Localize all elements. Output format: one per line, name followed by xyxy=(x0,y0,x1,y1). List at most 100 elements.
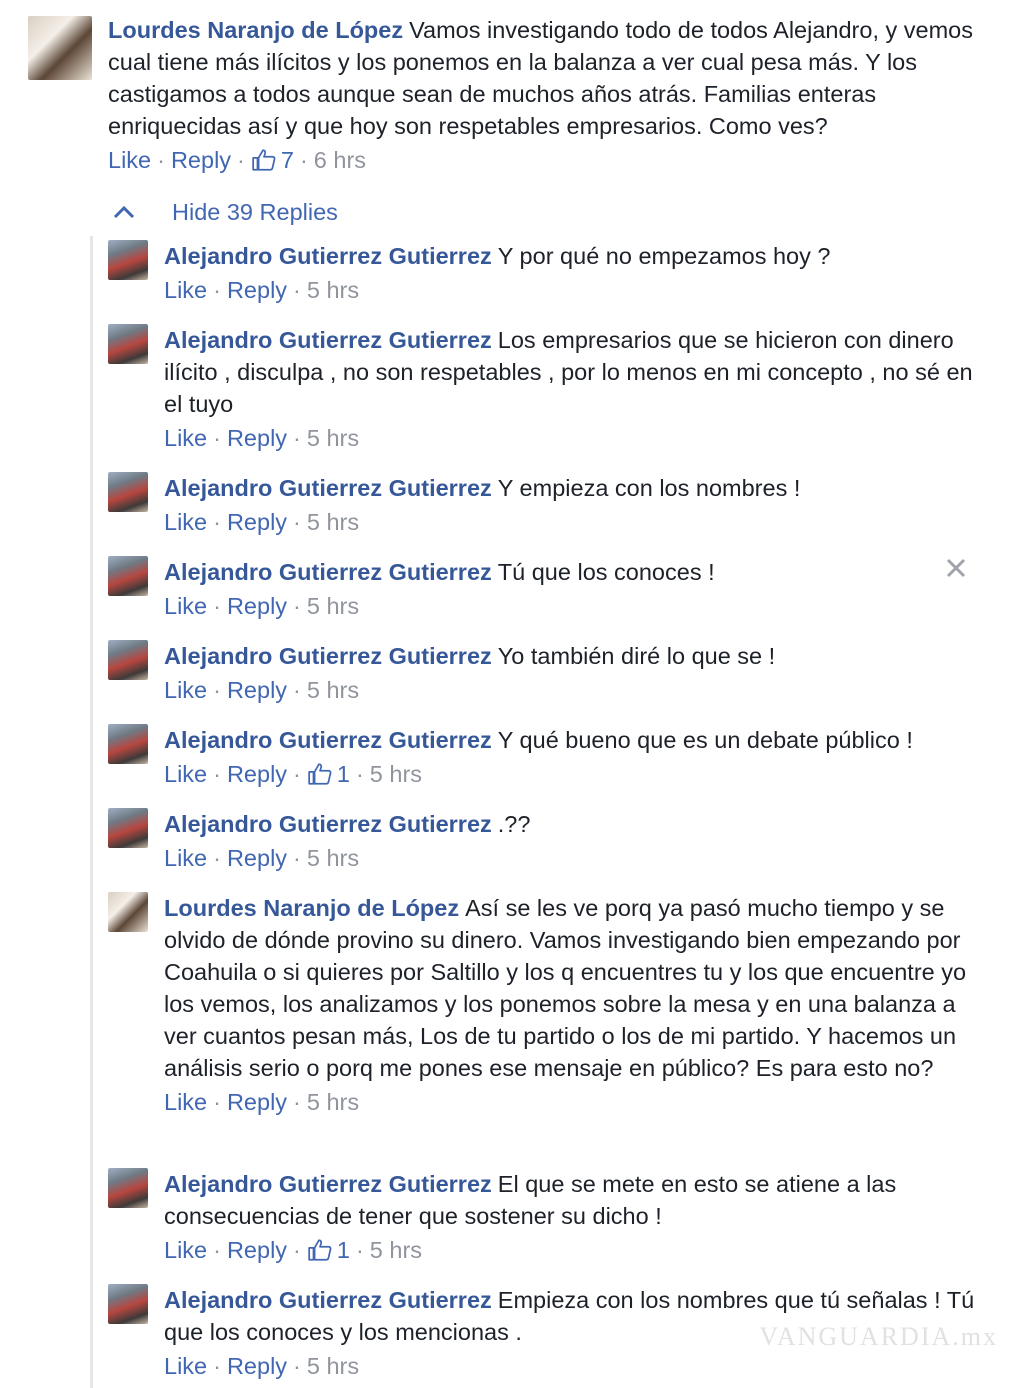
separator: · xyxy=(237,147,245,173)
separator: · xyxy=(293,1089,301,1115)
reply-button[interactable]: Reply xyxy=(227,590,287,622)
reply-author[interactable]: Alejandro Gutierrez Gutierrez xyxy=(164,643,492,669)
separator: · xyxy=(213,1353,221,1379)
like-button[interactable]: Like xyxy=(164,758,207,790)
reply-actions: Like · Reply · 5 hrs xyxy=(164,842,988,874)
avatar[interactable] xyxy=(28,16,92,80)
separator: · xyxy=(213,677,221,703)
like-button[interactable]: Like xyxy=(164,1234,207,1266)
reply-button[interactable]: Reply xyxy=(227,1234,287,1266)
reply-item: Alejandro Gutierrez Gutierrez Yo también … xyxy=(108,640,988,706)
separator: · xyxy=(355,1237,364,1263)
reply-item: Alejandro Gutierrez Gutierrez Los empresa… xyxy=(108,324,988,454)
reply-body: Alejandro Gutierrez Gutierrez Yo también … xyxy=(164,640,988,672)
reply-author[interactable]: Lourdes Naranjo de López xyxy=(164,895,459,921)
reply-button[interactable]: Reply xyxy=(227,758,287,790)
separator: · xyxy=(213,593,221,619)
reply-item: Alejandro Gutierrez Gutierrez Y por qué n… xyxy=(108,240,988,306)
like-button[interactable]: Like xyxy=(164,590,207,622)
reply-button[interactable]: Reply xyxy=(227,1350,287,1382)
separator: · xyxy=(293,677,301,703)
avatar[interactable] xyxy=(108,892,148,932)
like-count[interactable]: 1 xyxy=(307,1234,350,1266)
like-button[interactable]: Like xyxy=(164,422,207,454)
comment-body: Lourdes Naranjo de López Vamos investigan… xyxy=(108,14,998,142)
timestamp[interactable]: 6 hrs xyxy=(314,144,366,176)
like-button[interactable]: Like xyxy=(164,842,207,874)
reply-text: Tú que los conoces ! xyxy=(497,559,715,585)
reply-item: Alejandro Gutierrez Gutierrez Y empieza c… xyxy=(108,472,988,538)
comment-author[interactable]: Lourdes Naranjo de López xyxy=(108,17,403,43)
thumbs-up-icon xyxy=(252,149,276,171)
separator: · xyxy=(293,277,301,303)
hide-replies-label: Hide 39 Replies xyxy=(172,199,338,225)
timestamp[interactable]: 5 hrs xyxy=(307,590,359,622)
avatar[interactable] xyxy=(108,1284,148,1324)
timestamp[interactable]: 5 hrs xyxy=(307,506,359,538)
like-count-value: 7 xyxy=(280,147,294,173)
reply-body: Lourdes Naranjo de López Así se les ve po… xyxy=(164,892,988,1084)
reply-author[interactable]: Alejandro Gutierrez Gutierrez xyxy=(164,559,492,585)
reply-text: Así se les ve porq ya pasó mucho tiempo … xyxy=(164,895,967,1081)
reply-item: Alejandro Gutierrez Gutierrez.?? Like · Re… xyxy=(108,808,988,874)
avatar[interactable] xyxy=(108,556,148,596)
timestamp[interactable]: 5 hrs xyxy=(307,1086,359,1118)
separator: · xyxy=(299,147,308,173)
reply-button[interactable]: Reply xyxy=(227,274,287,306)
reply-author[interactable]: Alejandro Gutierrez Gutierrez xyxy=(164,243,492,269)
like-count[interactable]: 7 xyxy=(251,144,294,176)
like-button[interactable]: Like xyxy=(164,1086,207,1118)
reply-button[interactable]: Reply xyxy=(227,1086,287,1118)
like-count-value: 1 xyxy=(336,761,350,787)
chevron-up-icon xyxy=(112,196,138,228)
like-button[interactable]: Like xyxy=(108,144,151,176)
timestamp[interactable]: 5 hrs xyxy=(370,758,422,790)
avatar[interactable] xyxy=(108,240,148,280)
reply-actions: Like · Reply · 5 hrs xyxy=(164,1086,988,1118)
reply-text: Yo también diré lo que se ! xyxy=(497,643,776,669)
reply-author[interactable]: Alejandro Gutierrez Gutierrez xyxy=(164,475,492,501)
reply-author[interactable]: Alejandro Gutierrez Gutierrez xyxy=(164,1287,492,1313)
separator: · xyxy=(213,1237,221,1263)
reply-body: Alejandro Gutierrez Gutierrez Y empieza c… xyxy=(164,472,988,504)
like-button[interactable]: Like xyxy=(164,506,207,538)
reply-body: Alejandro Gutierrez Gutierrez Los empresa… xyxy=(164,324,988,420)
reply-author[interactable]: Alejandro Gutierrez Gutierrez xyxy=(164,727,492,753)
close-icon[interactable] xyxy=(944,556,968,580)
reply-button[interactable]: Reply xyxy=(227,422,287,454)
avatar[interactable] xyxy=(108,640,148,680)
separator: · xyxy=(293,761,301,787)
reply-author[interactable]: Alejandro Gutierrez Gutierrez xyxy=(164,1171,492,1197)
reply-button[interactable]: Reply xyxy=(171,144,231,176)
separator: · xyxy=(157,147,165,173)
avatar[interactable] xyxy=(108,324,148,364)
reply-actions: Like · Reply · 5 hrs xyxy=(164,274,988,306)
thumbs-up-icon xyxy=(308,763,332,785)
reply-button[interactable]: Reply xyxy=(227,674,287,706)
reply-button[interactable]: Reply xyxy=(227,842,287,874)
reply-item: Lourdes Naranjo de López Así se les ve po… xyxy=(108,892,988,1118)
reply-author[interactable]: Alejandro Gutierrez Gutierrez xyxy=(164,327,492,353)
avatar[interactable] xyxy=(108,808,148,848)
avatar[interactable] xyxy=(108,724,148,764)
separator: · xyxy=(293,845,301,871)
separator: · xyxy=(213,761,221,787)
reply-button[interactable]: Reply xyxy=(227,506,287,538)
like-count[interactable]: 1 xyxy=(307,758,350,790)
timestamp[interactable]: 5 hrs xyxy=(307,274,359,306)
timestamp[interactable]: 5 hrs xyxy=(307,842,359,874)
like-button[interactable]: Like xyxy=(164,674,207,706)
hide-replies-toggle[interactable]: Hide 39 Replies xyxy=(112,196,338,228)
like-button[interactable]: Like xyxy=(164,1350,207,1382)
timestamp[interactable]: 5 hrs xyxy=(307,1350,359,1382)
reply-item: Alejandro Gutierrez Gutierrez El que se m… xyxy=(108,1168,988,1266)
reply-author[interactable]: Alejandro Gutierrez Gutierrez xyxy=(164,811,492,837)
separator: · xyxy=(213,1089,221,1115)
avatar[interactable] xyxy=(108,472,148,512)
timestamp[interactable]: 5 hrs xyxy=(307,422,359,454)
avatar[interactable] xyxy=(108,1168,148,1208)
timestamp[interactable]: 5 hrs xyxy=(307,674,359,706)
timestamp[interactable]: 5 hrs xyxy=(370,1234,422,1266)
like-button[interactable]: Like xyxy=(164,274,207,306)
separator: · xyxy=(213,277,221,303)
